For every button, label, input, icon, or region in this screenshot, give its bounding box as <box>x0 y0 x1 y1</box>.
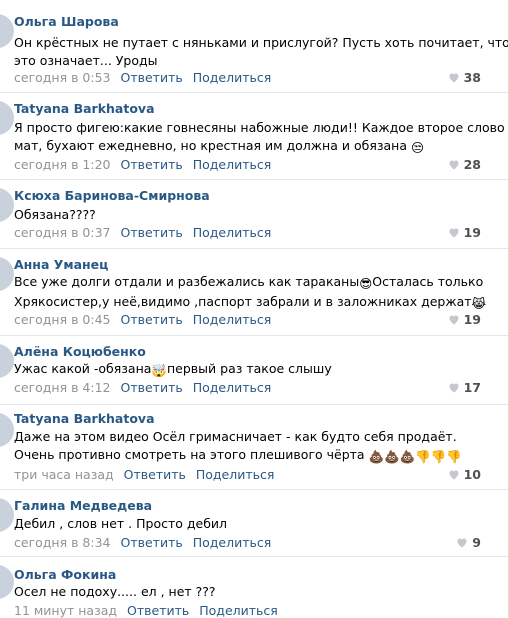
comment-time[interactable]: сегодня в 0:45 <box>14 312 111 327</box>
heart-icon <box>457 538 467 548</box>
share-button[interactable]: Поделиться <box>193 535 272 550</box>
like-count: 19 <box>463 225 481 240</box>
comment-author[interactable]: Ксюха Баринова-Смирнова <box>14 188 210 203</box>
share-button[interactable]: Поделиться <box>193 70 272 85</box>
comment-time[interactable]: сегодня в 8:34 <box>14 535 111 550</box>
heart-icon <box>449 315 459 325</box>
comment-meta: сегодня в 0:37 Ответить Поделиться <box>14 225 271 240</box>
reply-button[interactable]: Ответить <box>124 467 186 482</box>
comment-time[interactable]: сегодня в 0:37 <box>14 225 111 240</box>
comment-author[interactable]: Анна Уманец <box>14 257 108 272</box>
comment-meta: 11 минут назад Ответить Поделиться <box>14 603 278 618</box>
like-count: 17 <box>463 380 481 395</box>
reply-button[interactable]: Ответить <box>120 225 182 240</box>
avatar[interactable] <box>0 565 14 599</box>
share-button[interactable]: Поделиться <box>199 603 278 618</box>
comment-meta: сегодня в 4:12 Ответить Поделиться <box>14 380 271 395</box>
comment-item: Алёна Коцюбенко Ужас какой -обязана🤯перв… <box>0 336 509 404</box>
like-count: 28 <box>463 157 481 172</box>
like-button[interactable]: 10 <box>448 467 481 482</box>
share-button[interactable]: Поделиться <box>193 380 272 395</box>
like-count: 38 <box>463 70 481 85</box>
comment-item: Tatyana Barkhatova Даже на этом видео Ос… <box>0 405 509 489</box>
comment-author[interactable]: Ольга Шарова <box>14 14 119 29</box>
comment-item: Ольга Фокина Осел не подоху..... ел , не… <box>0 557 509 618</box>
avatar[interactable] <box>0 257 14 291</box>
like-button[interactable]: 19 <box>448 225 481 240</box>
emoji: 😒 <box>410 140 424 155</box>
comment-text: Дебил , слов нет . Просто дебил <box>14 516 228 531</box>
like-button[interactable]: 17 <box>448 380 481 395</box>
comment-item: Галина Медведева Дебил , слов нет . Прос… <box>0 490 509 556</box>
share-button[interactable]: Поделиться <box>193 225 272 240</box>
reply-button[interactable]: Ответить <box>120 312 182 327</box>
comment-meta: сегодня в 8:34 Ответить Поделиться <box>14 535 271 550</box>
reply-button[interactable]: Ответить <box>120 70 182 85</box>
avatar[interactable] <box>0 188 14 222</box>
share-button[interactable]: Поделиться <box>193 157 272 172</box>
like-button[interactable]: 38 <box>448 70 481 85</box>
comment-text: Осел не подоху..... ел , нет ??? <box>14 584 216 599</box>
heart-icon <box>449 160 459 170</box>
comment-text: Все уже долги отдали и разбежались как т… <box>14 274 487 311</box>
comment-meta: сегодня в 0:45 Ответить Поделиться <box>14 312 271 327</box>
share-button[interactable]: Поделиться <box>196 467 275 482</box>
heart-icon <box>449 470 459 480</box>
comment-meta: три часа назад Ответить Поделиться <box>14 467 274 482</box>
reply-button[interactable]: Ответить <box>120 157 182 172</box>
avatar[interactable] <box>0 101 14 135</box>
avatar[interactable] <box>0 413 14 447</box>
share-button[interactable]: Поделиться <box>193 312 272 327</box>
comment-author[interactable]: Tatyana Barkhatova <box>14 101 155 116</box>
comment-text: Он крёстных не путает с няньками и присл… <box>14 35 509 68</box>
heart-icon <box>449 383 459 393</box>
comment-author[interactable]: Алёна Коцюбенко <box>14 344 146 359</box>
like-button[interactable]: 19 <box>448 312 481 327</box>
comment-time[interactable]: сегодня в 4:12 <box>14 380 111 395</box>
comment-text: Даже на этом видео Осёл гримасничает - к… <box>14 429 462 464</box>
comment-time[interactable]: сегодня в 0:53 <box>14 70 111 85</box>
comment-item: Ольга Шарова Он крёстных не путает с нян… <box>0 6 509 92</box>
avatar[interactable] <box>0 498 14 532</box>
like-count: 9 <box>472 535 481 550</box>
comment-meta: сегодня в 0:53 Ответить Поделиться <box>14 70 271 85</box>
heart-icon <box>449 228 459 238</box>
comment-text: Я просто фигею:какие говнесяны набожные … <box>14 120 509 155</box>
emoji: 😹 <box>471 296 487 311</box>
avatar[interactable] <box>0 14 14 48</box>
emoji: 🤯 <box>151 363 167 378</box>
comment-author[interactable]: Ольга Фокина <box>14 567 116 582</box>
comment-meta: сегодня в 1:20 Ответить Поделиться <box>14 157 271 172</box>
like-button[interactable]: 9 <box>456 535 481 550</box>
emoji: 😎 <box>359 276 373 291</box>
avatar[interactable] <box>0 344 14 378</box>
comment-item: Анна Уманец Все уже долги отдали и разбе… <box>0 249 509 335</box>
like-count: 10 <box>463 467 481 482</box>
like-button[interactable]: 28 <box>448 157 481 172</box>
comment-item: Ксюха Баринова-Смирнова Обязана???? сего… <box>0 180 509 248</box>
comment-time[interactable]: три часа назад <box>14 467 114 482</box>
comment-text: Ужас какой -обязана🤯первый раз такое слы… <box>14 361 332 378</box>
reply-button[interactable]: Ответить <box>127 603 189 618</box>
reply-button[interactable]: Ответить <box>120 380 182 395</box>
comment-text: Обязана???? <box>14 207 96 222</box>
like-count: 19 <box>463 312 481 327</box>
comment-author[interactable]: Tatyana Barkhatova <box>14 411 155 426</box>
heart-icon <box>449 73 459 83</box>
reply-button[interactable]: Ответить <box>120 535 182 550</box>
comment-time[interactable]: 11 минут назад <box>14 603 117 618</box>
comment-author[interactable]: Галина Медведева <box>14 498 152 513</box>
comment-time[interactable]: сегодня в 1:20 <box>14 157 111 172</box>
emoji: 💩💩💩👎👎👎 <box>368 449 462 464</box>
comment-item: Tatyana Barkhatova Я просто фигею:какие … <box>0 93 509 179</box>
